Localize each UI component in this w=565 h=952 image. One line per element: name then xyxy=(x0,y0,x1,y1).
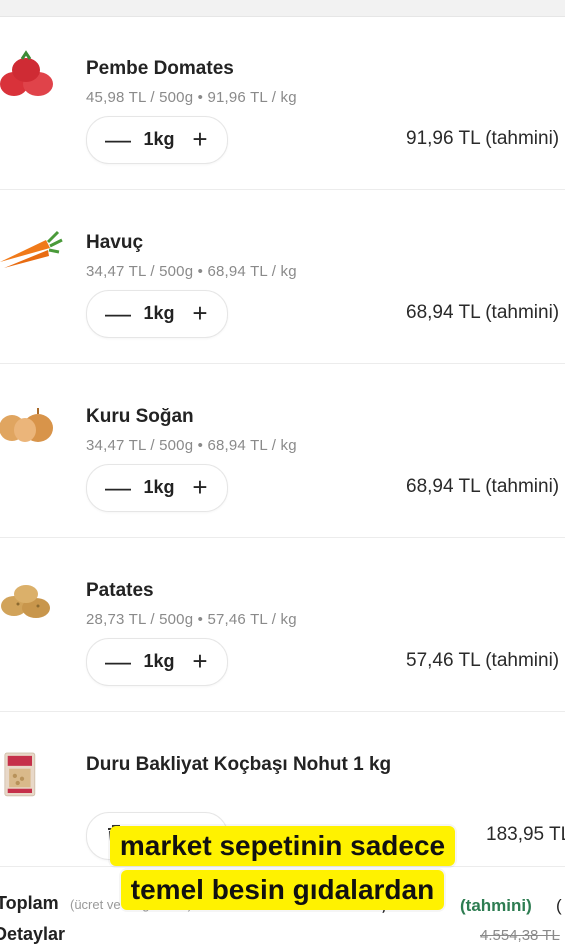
caption-text: market sepetinin sadece xyxy=(109,826,456,866)
item-price: 91,96 TL (tahmini) xyxy=(406,128,560,149)
decrease-button[interactable]: — xyxy=(101,295,135,331)
quantity-stepper[interactable]: — 1kg + xyxy=(86,116,228,164)
potato-icon xyxy=(1,585,50,618)
chickpea-package-icon xyxy=(4,752,36,797)
quantity-stepper[interactable]: — 1kg + xyxy=(86,290,228,338)
details-link[interactable]: Detaylar xyxy=(0,924,65,945)
old-total-amount: 4.554,38 TL xyxy=(480,927,560,944)
item-name: Pembe Domates xyxy=(86,58,234,79)
item-unit-price: 34,47 TL / 500g • 68,94 TL / kg xyxy=(86,437,297,454)
item-unit-price: 34,47 TL / 500g • 68,94 TL / kg xyxy=(86,263,297,280)
quantity-value: 1kg xyxy=(143,477,175,497)
cart-item-pembe-domates: Pembe Domates 45,98 TL / 500g • 91,96 TL… xyxy=(0,16,565,190)
item-unit-price: 28,73 TL / 500g • 57,46 TL / kg xyxy=(86,611,297,628)
caption-line-2: temel besin gıdalardan xyxy=(0,870,565,910)
decrease-button[interactable]: — xyxy=(101,469,135,505)
caption-text: temel besin gıdalardan xyxy=(120,870,445,910)
tomato-icon xyxy=(0,50,53,96)
item-price: 57,46 TL (tahmini) xyxy=(406,650,560,671)
cart-item-havuc: Havuç 34,47 TL / 500g • 68,94 TL / kg — … xyxy=(0,190,565,364)
quantity-stepper[interactable]: — 1kg + xyxy=(86,638,228,686)
quantity-value: 1kg xyxy=(143,129,175,149)
cart-item-kuru-sogan: Kuru Soğan 34,47 TL / 500g • 68,94 TL / … xyxy=(0,364,565,538)
quantity-value: 1kg xyxy=(143,651,175,671)
decrease-button[interactable]: — xyxy=(101,121,135,157)
increase-button[interactable]: + xyxy=(183,121,217,157)
item-price: 68,94 TL (tahmini) xyxy=(406,476,560,497)
top-strip xyxy=(0,0,565,17)
item-name: Duru Bakliyat Koçbaşı Nohut 1 kg xyxy=(86,754,392,775)
item-name: Havuç xyxy=(86,232,144,253)
item-name: Patates xyxy=(86,580,154,601)
carrot-icon xyxy=(0,230,63,268)
caption-line-1: market sepetinin sadece xyxy=(0,826,565,866)
item-price: 68,94 TL (tahmini) xyxy=(406,302,560,323)
increase-button[interactable]: + xyxy=(183,469,217,505)
quantity-value: 1kg xyxy=(143,303,175,323)
item-name: Kuru Soğan xyxy=(86,406,194,427)
quantity-stepper[interactable]: — 1kg + xyxy=(86,464,228,512)
increase-button[interactable]: + xyxy=(183,643,217,679)
increase-button[interactable]: + xyxy=(183,295,217,331)
cart-item-patates: Patates 28,73 TL / 500g • 57,46 TL / kg … xyxy=(0,538,565,712)
onion-icon xyxy=(0,408,53,442)
item-unit-price: 45,98 TL / 500g • 91,96 TL / kg xyxy=(86,89,297,106)
decrease-button[interactable]: — xyxy=(101,643,135,679)
